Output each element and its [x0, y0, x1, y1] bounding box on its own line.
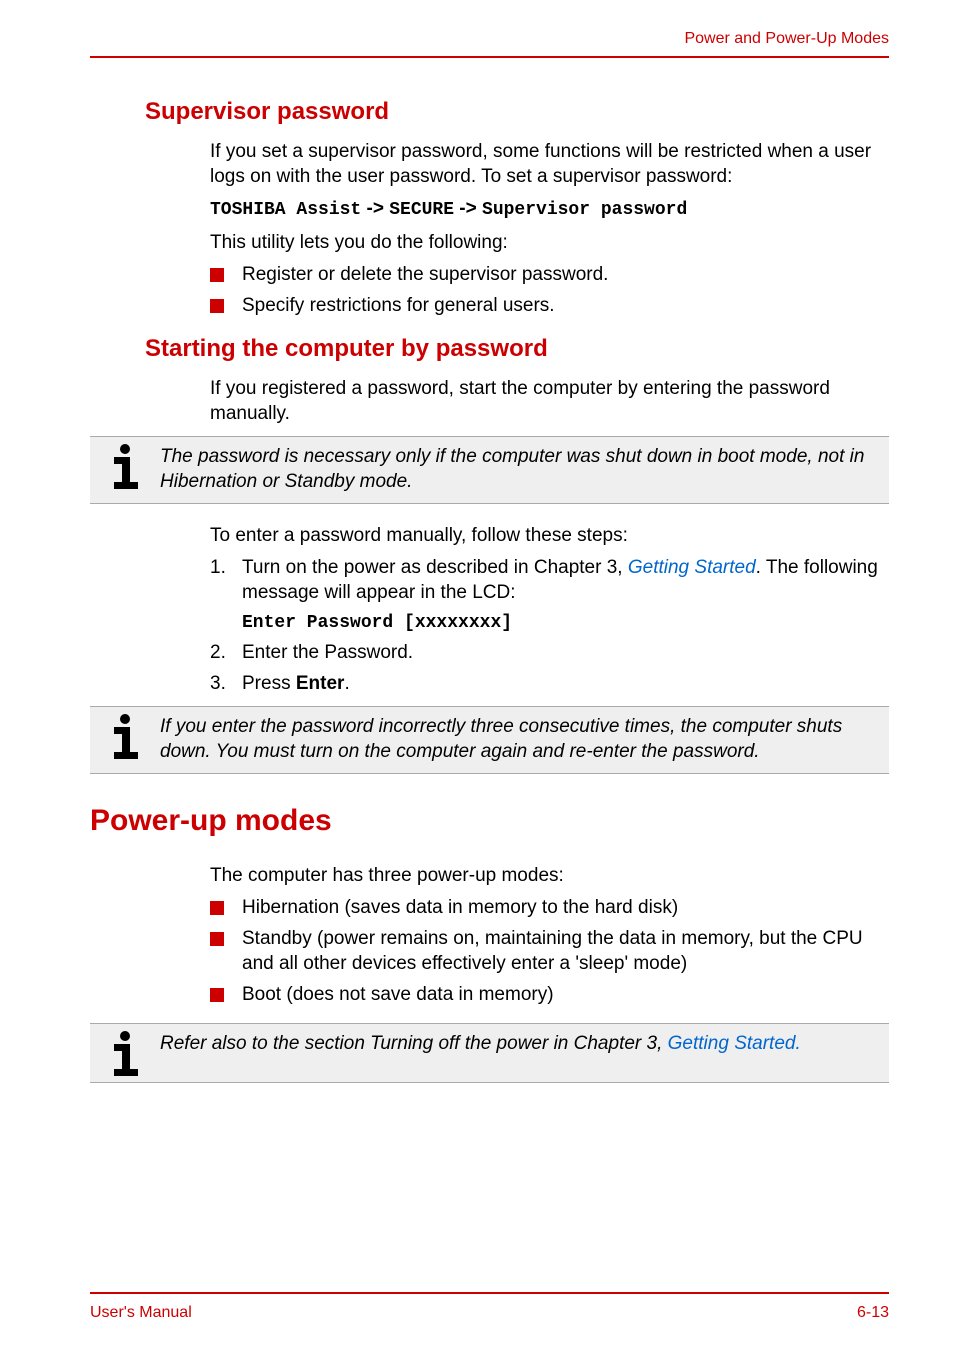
info-icon [90, 1030, 160, 1076]
power-up-bullet-list: Hibernation (saves data in memory to the… [210, 896, 889, 1007]
list-item: Boot (does not save data in memory) [210, 983, 889, 1008]
supervisor-utility-text: This utility lets you do the following: [210, 231, 889, 256]
callout-text: If you enter the password incorrectly th… [160, 713, 879, 766]
info-callout-wrong-password: If you enter the password incorrectly th… [90, 706, 889, 773]
enter-key: Enter [296, 673, 345, 694]
callout-text-pre: Refer also to the section Turning off th… [160, 1033, 668, 1054]
header-rule [90, 56, 889, 58]
header-section-name: Power and Power-Up Modes [90, 30, 889, 48]
list-item: Turn on the power as described in Chapte… [210, 556, 889, 635]
path-arrow-1: -> [361, 198, 389, 219]
path-part-2: SECURE [389, 200, 454, 220]
path-arrow-2: -> [454, 198, 482, 219]
supervisor-intro-text: If you set a supervisor password, some f… [210, 140, 889, 189]
info-callout-turning-off: Refer also to the section Turning off th… [90, 1023, 889, 1083]
enter-password-steps-text: To enter a password manually, follow the… [210, 524, 889, 549]
step-text-pre: Press [242, 673, 296, 694]
step-text-post: . [344, 673, 349, 694]
supervisor-bullet-list: Register or delete the supervisor passwo… [210, 263, 889, 318]
callout-text: Refer also to the section Turning off th… [160, 1030, 879, 1059]
info-callout-boot-mode: The password is necessary only if the co… [90, 436, 889, 503]
starting-intro-text: If you registered a password, start the … [210, 377, 889, 426]
power-up-modes-heading: Power-up modes [90, 804, 889, 838]
info-icon [90, 443, 160, 489]
list-item: Register or delete the supervisor passwo… [210, 263, 889, 288]
footer-rule [90, 1292, 889, 1294]
step-text-pre: Turn on the power as described in Chapte… [242, 557, 628, 578]
power-up-intro-text: The computer has three power-up modes: [210, 864, 889, 889]
getting-started-link[interactable]: Getting Started. [668, 1033, 801, 1054]
footer-page-number: 6-13 [857, 1304, 889, 1322]
page-footer: User's Manual 6-13 [90, 1292, 889, 1322]
enter-password-prompt: Enter Password [xxxxxxxx] [242, 612, 889, 635]
footer-manual-name: User's Manual [90, 1304, 192, 1322]
getting-started-link[interactable]: Getting Started [628, 557, 756, 578]
list-item: Specify restrictions for general users. [210, 294, 889, 319]
supervisor-path: TOSHIBA Assist -> SECURE -> Supervisor p… [210, 197, 889, 222]
list-item: Hibernation (saves data in memory to the… [210, 896, 889, 921]
path-part-3: Supervisor password [482, 200, 687, 220]
info-icon [90, 713, 160, 759]
callout-text: The password is necessary only if the co… [160, 443, 879, 496]
starting-by-password-heading: Starting the computer by password [145, 335, 889, 363]
password-steps-list: Turn on the power as described in Chapte… [210, 556, 889, 696]
list-item: Press Enter. [210, 672, 889, 697]
path-part-1: TOSHIBA Assist [210, 200, 361, 220]
supervisor-password-heading: Supervisor password [145, 98, 889, 126]
list-item: Standby (power remains on, maintaining t… [210, 927, 889, 976]
list-item: Enter the Password. [210, 641, 889, 666]
